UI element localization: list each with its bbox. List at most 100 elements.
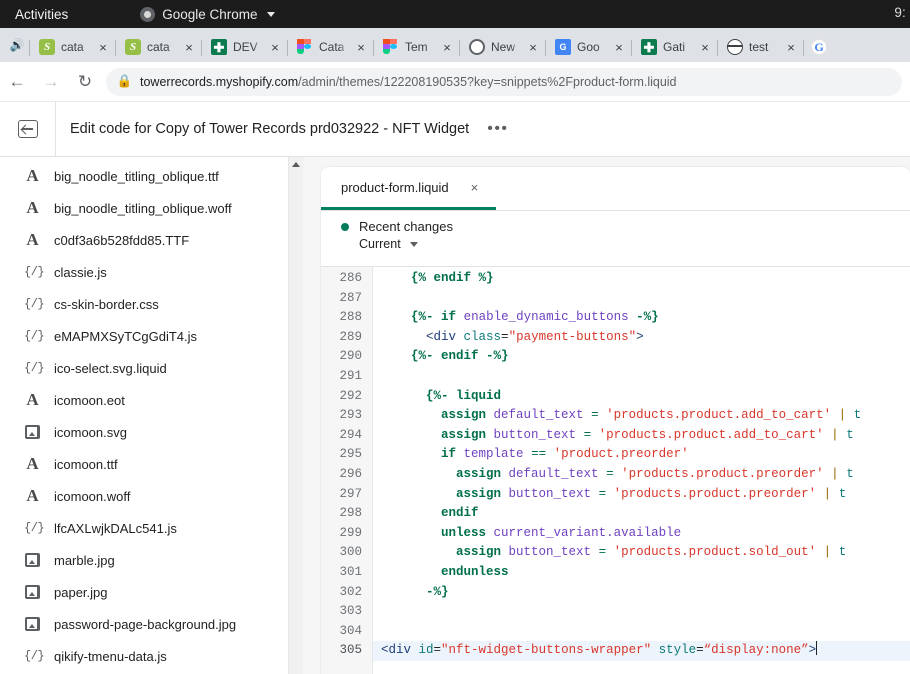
address-bar[interactable]: 🔒 towerrecords.myshopify.com/admin/theme…	[106, 68, 902, 96]
file-list-item[interactable]: Aicomoon.eot	[0, 384, 288, 416]
file-list-item[interactable]: paper.jpg	[0, 576, 288, 608]
forward-button[interactable]: →	[34, 65, 68, 99]
close-icon[interactable]: ×	[96, 41, 110, 54]
browser-tab[interactable]: Tem×	[374, 32, 460, 62]
code-line[interactable]	[381, 367, 910, 387]
code-token: default_text	[509, 467, 599, 481]
file-list-item[interactable]: password-page-background.jpg	[0, 608, 288, 640]
version-select[interactable]: Current	[359, 237, 910, 251]
close-icon[interactable]: ×	[612, 41, 626, 54]
close-icon[interactable]: ×	[471, 180, 479, 195]
system-clock[interactable]: 9:	[894, 5, 906, 20]
code-token: |	[831, 428, 839, 442]
code-line[interactable]: -%}	[381, 583, 910, 603]
scroll-up-arrow-icon[interactable]	[292, 162, 300, 167]
browser-tab[interactable]: ✚DEV×	[202, 32, 288, 62]
file-list-item[interactable]: {/}lfcAXLwjkDALc541.js	[0, 512, 288, 544]
code-token: {%-	[411, 349, 441, 363]
code-line[interactable]: assign button_text = 'products.product.s…	[381, 543, 910, 563]
line-number: 294	[321, 426, 372, 446]
editor-tab-label: product-form.liquid	[341, 180, 449, 195]
browser-tab-title: New	[491, 40, 520, 54]
code-token: "nft-widget-buttons-wrapper"	[441, 643, 651, 657]
code-line[interactable]: assign default_text = 'products.product.…	[381, 406, 910, 426]
file-list-item[interactable]: Abig_noodle_titling_oblique.woff	[0, 192, 288, 224]
code-line[interactable]	[381, 602, 910, 622]
code-token: %}	[471, 271, 494, 285]
browser-tab[interactable]: ✚Gati×	[632, 32, 718, 62]
close-icon[interactable]: ×	[784, 41, 798, 54]
code-line[interactable]: {%- if enable_dynamic_buttons -%}	[381, 308, 910, 328]
file-name: icomoon.svg	[54, 425, 127, 440]
close-icon[interactable]: ×	[440, 41, 454, 54]
code-token	[381, 565, 441, 579]
file-list-item[interactable]: Aicomoon.woff	[0, 480, 288, 512]
code-token	[651, 643, 659, 657]
code-area[interactable]: 2862872882892902912922932942952962972982…	[321, 267, 910, 674]
browser-tab-google[interactable]: G	[804, 32, 834, 62]
code-token	[381, 330, 426, 344]
code-token	[486, 526, 494, 540]
browser-tab[interactable]: New ×	[460, 32, 546, 62]
browser-tab[interactable]: test×	[718, 32, 804, 62]
reload-button[interactable]: ↻	[68, 65, 102, 99]
code-line[interactable]: assign default_text = 'products.product.…	[381, 465, 910, 485]
code-line[interactable]: {%- liquid	[381, 387, 910, 407]
code-token: 'products.product.sold_out'	[614, 545, 817, 559]
code-token	[816, 487, 824, 501]
exit-code-editor-button[interactable]	[0, 102, 56, 157]
code-line[interactable]: {% endif %}	[381, 269, 910, 289]
file-list-item[interactable]: Aicomoon.ttf	[0, 448, 288, 480]
activities-button[interactable]: Activities	[9, 5, 74, 24]
file-list-item[interactable]: marble.jpg	[0, 544, 288, 576]
file-list-item[interactable]: {/}cs-skin-border.css	[0, 288, 288, 320]
line-number: 300	[321, 543, 372, 563]
browser-tab[interactable]: Cata×	[288, 32, 374, 62]
close-icon[interactable]: ×	[182, 41, 196, 54]
code-line[interactable]	[381, 289, 910, 309]
file-list-item[interactable]: {/}qikify-tmenu-data.js	[0, 640, 288, 672]
code-token: endif	[441, 506, 479, 520]
code-line[interactable]: <div id="nft-widget-buttons-wrapper" sty…	[373, 641, 910, 661]
code-token	[599, 408, 607, 422]
file-list-item[interactable]: {/}eMAPMXSyTCgGdiT4.js	[0, 320, 288, 352]
file-list-item[interactable]: icomoon.svg	[0, 416, 288, 448]
file-list-scrollbar[interactable]	[288, 157, 303, 674]
file-list-item[interactable]: Ac0df3a6b528fdd85.TTF	[0, 224, 288, 256]
code-token: if	[441, 447, 456, 461]
file-name: qikify-tmenu-data.js	[54, 649, 167, 664]
file-list-item[interactable]: {/}ico-select.svg.liquid	[0, 352, 288, 384]
line-number-gutter: 2862872882892902912922932942952962972982…	[321, 267, 373, 674]
code-line[interactable]: if template == 'product.preorder'	[381, 445, 910, 465]
code-line[interactable]: endif	[381, 504, 910, 524]
code-line[interactable]: assign button_text = 'products.product.a…	[381, 426, 910, 446]
close-icon[interactable]: ×	[526, 41, 540, 54]
code-line[interactable]: endunless	[381, 563, 910, 583]
more-actions-button[interactable]: •••	[487, 121, 508, 137]
close-icon[interactable]: ×	[354, 41, 368, 54]
code-token: enable_dynamic_buttons	[464, 310, 629, 324]
browser-tab[interactable]: GGoo×	[546, 32, 632, 62]
active-app-menu[interactable]: Google Chrome	[140, 7, 274, 22]
browser-tab[interactable]: Scata×	[116, 32, 202, 62]
close-icon[interactable]: ×	[698, 41, 712, 54]
file-list-item[interactable]: {/}classie.js	[0, 256, 288, 288]
code-line[interactable]: {%- endif -%}	[381, 347, 910, 367]
code-token: "payment-buttons"	[509, 330, 637, 344]
editor-tab-product-form[interactable]: product-form.liquid ×	[321, 167, 496, 210]
back-button[interactable]: ←	[0, 65, 34, 99]
code-line[interactable]: <div class="payment-buttons">	[381, 328, 910, 348]
code-token: t	[839, 428, 854, 442]
lock-icon: 🔒	[118, 75, 131, 88]
code-line[interactable]: assign button_text = 'products.product.p…	[381, 485, 910, 505]
code-token: liquid	[456, 389, 501, 403]
close-icon[interactable]: ×	[268, 41, 282, 54]
code-content[interactable]: {% endif %} {%- if enable_dynamic_button…	[373, 267, 910, 674]
file-name: icomoon.eot	[54, 393, 125, 408]
audio-muted-icon[interactable]: 🔊	[4, 28, 30, 62]
code-token: ==	[531, 447, 546, 461]
code-line[interactable]	[381, 622, 910, 642]
browser-tab[interactable]: Scata×	[30, 32, 116, 62]
file-list-item[interactable]: Abig_noodle_titling_oblique.ttf	[0, 160, 288, 192]
code-line[interactable]: unless current_variant.available	[381, 524, 910, 544]
